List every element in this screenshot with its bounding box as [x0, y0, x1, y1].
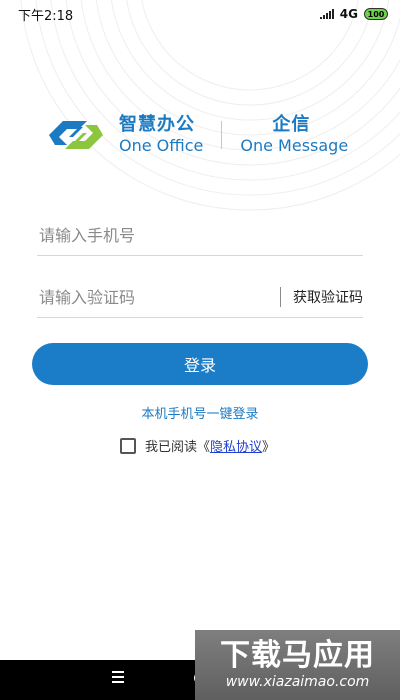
watermark: 下载马应用 www.xiazaimao.com: [195, 630, 400, 700]
get-code-button[interactable]: 获取验证码: [293, 287, 363, 307]
brand-left-en: One Office: [119, 135, 204, 155]
brand-one-office: 智慧办公 One Office: [119, 113, 204, 155]
signal-icon: [319, 9, 334, 19]
agreement-suffix: 》: [262, 440, 276, 455]
onekey-login-link[interactable]: 本机手机号一键登录: [0, 403, 400, 422]
agreement-checkbox[interactable]: [120, 437, 136, 454]
brand-right-en: One Message: [240, 135, 349, 155]
privacy-policy-link[interactable]: 隐私协议: [210, 436, 262, 455]
brand-left-cn: 智慧办公: [119, 113, 195, 135]
brand-divider: [221, 121, 223, 149]
brand-right-cn: 企信: [272, 113, 311, 135]
app-logo-icon: [49, 121, 103, 149]
code-field: 获取验证码: [37, 276, 363, 318]
brand-one-message: 企信 One Message: [240, 113, 349, 155]
status-bar: 下午2:18 4G 100: [0, 0, 400, 28]
battery-icon: 100: [364, 8, 388, 20]
verification-code-input[interactable]: [37, 276, 276, 318]
network-label: 4G: [339, 7, 358, 21]
status-time: 下午2:18: [18, 8, 74, 24]
privacy-agreement: 我已阅读《 隐私协议 》: [120, 436, 275, 455]
watermark-url: www.xiazaimao.com: [225, 674, 370, 690]
status-indicators: 4G 100: [319, 7, 388, 21]
menu-icon[interactable]: [112, 671, 124, 683]
battery-level: 100: [367, 9, 385, 19]
login-button[interactable]: 登录: [32, 343, 368, 385]
watermark-title: 下载马应用: [220, 638, 375, 673]
code-separator: [280, 287, 281, 307]
phone-input[interactable]: [37, 214, 363, 256]
phone-field: [37, 214, 363, 256]
brand-header: 智慧办公 One Office 企信 One Message: [45, 113, 365, 157]
agreement-prefix: 我已阅读《: [145, 440, 211, 455]
